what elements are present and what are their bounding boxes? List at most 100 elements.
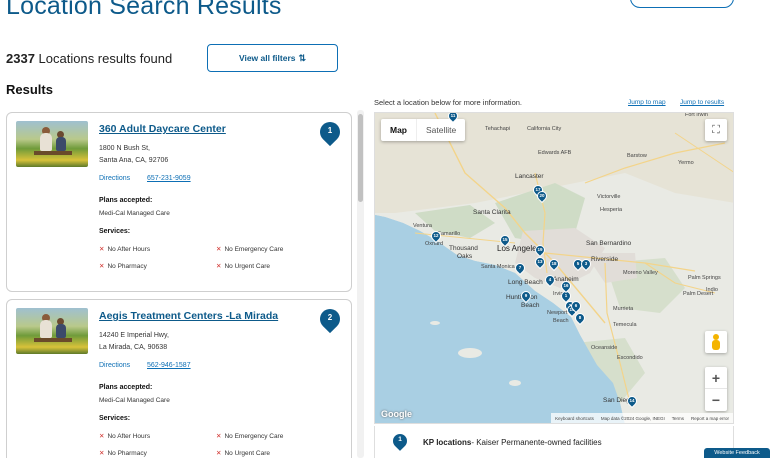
pegman-icon[interactable]	[705, 331, 727, 353]
map-place-label: Victorville	[597, 194, 621, 200]
map-marker[interactable]: 16	[558, 278, 574, 294]
map-marker[interactable]: 9	[518, 288, 534, 304]
map-marker[interactable]: 11	[445, 113, 461, 124]
map-place-label: Beach	[553, 318, 569, 324]
map-marker[interactable]: 18	[546, 256, 562, 272]
map-marker[interactable]: 15	[497, 232, 513, 248]
jump-to-map-link[interactable]: Jump to map	[628, 99, 666, 106]
sliders-icon: ⇅	[298, 52, 307, 63]
map-place-label: Oaks	[457, 253, 473, 260]
map-place-label: Riverside	[591, 256, 619, 263]
scrollbar-thumb[interactable]	[358, 114, 363, 202]
results-count-number: 2337	[6, 51, 35, 66]
map-place-label: Yermo	[678, 160, 694, 166]
page-title: Location Search Results	[6, 0, 282, 20]
zoom-in-button[interactable]: +	[705, 367, 727, 389]
results-list[interactable]: 360 Adult Daycare Center 1800 N Bush St,…	[0, 106, 368, 458]
map-marker[interactable]: 8	[572, 310, 588, 326]
service-item: ✕ No After Hours	[99, 433, 151, 440]
map-place-label: Thousand	[449, 245, 478, 252]
keyboard-shortcuts-link[interactable]: Keyboard shortcuts	[555, 416, 594, 421]
x-icon: ✕	[216, 263, 222, 270]
service-item: ✕ No Emergency Care	[216, 433, 284, 440]
map-place-label: Long Beach	[508, 279, 543, 286]
location-name-link[interactable]: Aegis Treatment Centers -La Mirada	[99, 310, 278, 322]
service-item: ✕ No Pharmacy	[99, 450, 147, 457]
map-marker[interactable]: 3	[578, 256, 594, 272]
map-marker[interactable]: 4	[542, 272, 558, 288]
top-right-button[interactable]	[630, 0, 734, 8]
result-number-pin: 1	[315, 117, 345, 147]
map-legend: 1 KP locations- Kaiser Permanente-owned …	[374, 426, 734, 458]
services-label: Services:	[99, 228, 131, 235]
fullscreen-icon[interactable]: ⛶	[705, 119, 727, 141]
location-photo	[16, 308, 88, 354]
map-type-map-button[interactable]: Map	[381, 119, 416, 141]
map-place-label: Murrieta	[613, 306, 634, 312]
phone-link[interactable]: 657-231-9059	[147, 175, 191, 182]
map-hint: Select a location below for more informa…	[374, 98, 522, 107]
service-item: ✕ No Pharmacy	[99, 263, 147, 270]
phone-link[interactable]: 562-946-1587	[147, 362, 191, 369]
map-place-label: Santa Monica	[481, 264, 515, 270]
map-place-label: Oceanside	[591, 345, 618, 351]
results-count-label: Locations results found	[38, 51, 173, 66]
map-place-label: Moreno Valley	[623, 270, 658, 276]
directions-link[interactable]: Directions	[99, 175, 130, 182]
map-marker[interactable]: 14	[624, 393, 640, 409]
google-logo: Google	[381, 409, 412, 419]
map-place-label: Barstow	[627, 153, 647, 159]
directions-link[interactable]: Directions	[99, 362, 130, 369]
result-card[interactable]: 360 Adult Daycare Center 1800 N Bush St,…	[6, 112, 352, 292]
map-marker[interactable]: 6	[568, 298, 584, 314]
map-place-label: Ventura	[413, 223, 432, 229]
map-place-label: Santa Clarita	[473, 209, 511, 216]
result-number-pin: 2	[315, 304, 345, 334]
map-marker[interactable]: 20	[534, 188, 550, 204]
plans-value: Medi-Cal Managed Care	[99, 397, 170, 404]
map-place-label: Tehachapi	[485, 126, 511, 132]
plans-label: Plans accepted:	[99, 384, 153, 391]
map-marker[interactable]: 13	[532, 254, 548, 270]
address-line-2: La Mirada, CA, 90638	[99, 344, 168, 351]
map-place-label: California City	[527, 126, 562, 132]
x-icon: ✕	[99, 263, 105, 270]
results-scrollbar[interactable]	[357, 110, 364, 458]
x-icon: ✕	[216, 450, 222, 457]
address-line-2: Santa Ana, CA, 92706	[99, 157, 169, 164]
view-all-filters-label: View all filters	[238, 53, 296, 63]
legend-description: - Kaiser Permanente-owned facilities	[471, 438, 602, 447]
zoom-control[interactable]: + −	[705, 367, 727, 411]
result-card[interactable]: Aegis Treatment Centers -La Mirada 14240…	[6, 299, 352, 458]
map-place-label: Hesperia	[600, 207, 623, 213]
map-place-label: Indio	[706, 287, 718, 293]
zoom-out-button[interactable]: −	[705, 389, 727, 411]
map-place-label: Escondido	[617, 355, 643, 361]
jump-to-results-link[interactable]: Jump to results	[680, 99, 724, 106]
map-place-label: Palm Springs	[688, 275, 721, 281]
map-marker[interactable]: 19	[532, 242, 548, 258]
plans-label: Plans accepted:	[99, 197, 153, 204]
x-icon: ✕	[99, 246, 105, 253]
legend-label: KP locations	[423, 438, 472, 447]
view-all-filters-button[interactable]: View all filters ⇅	[207, 44, 338, 72]
map-data-text: Map data ©2024 Google, INEGI	[600, 415, 665, 421]
location-name-link[interactable]: 360 Adult Daycare Center	[99, 123, 226, 135]
x-icon: ✕	[216, 433, 222, 440]
map-place-label: Fort Irwin	[685, 112, 708, 118]
service-item: ✕ No Urgent Care	[216, 263, 270, 270]
map-marker[interactable]: 7	[512, 260, 528, 276]
x-icon: ✕	[99, 433, 105, 440]
map-canvas[interactable]: Map Satellite ⛶ + − Tehachapi California…	[374, 112, 734, 424]
map-attribution: Keyboard shortcuts Map data ©2024 Google…	[551, 413, 733, 423]
plans-value: Medi-Cal Managed Care	[99, 210, 170, 217]
service-item: ✕ No Urgent Care	[216, 450, 270, 457]
terms-link[interactable]: Terms	[672, 416, 684, 421]
map-place-label: Lancaster	[515, 173, 544, 180]
website-feedback-button[interactable]: Website Feedback	[704, 448, 770, 458]
legend-text: KP locations- Kaiser Permanente-owned fa…	[423, 438, 602, 447]
map-place-label: Temecula	[613, 322, 637, 328]
x-icon: ✕	[216, 246, 222, 253]
map-marker[interactable]: 12	[428, 228, 444, 244]
report-map-error-link[interactable]: Report a map error	[691, 416, 729, 421]
